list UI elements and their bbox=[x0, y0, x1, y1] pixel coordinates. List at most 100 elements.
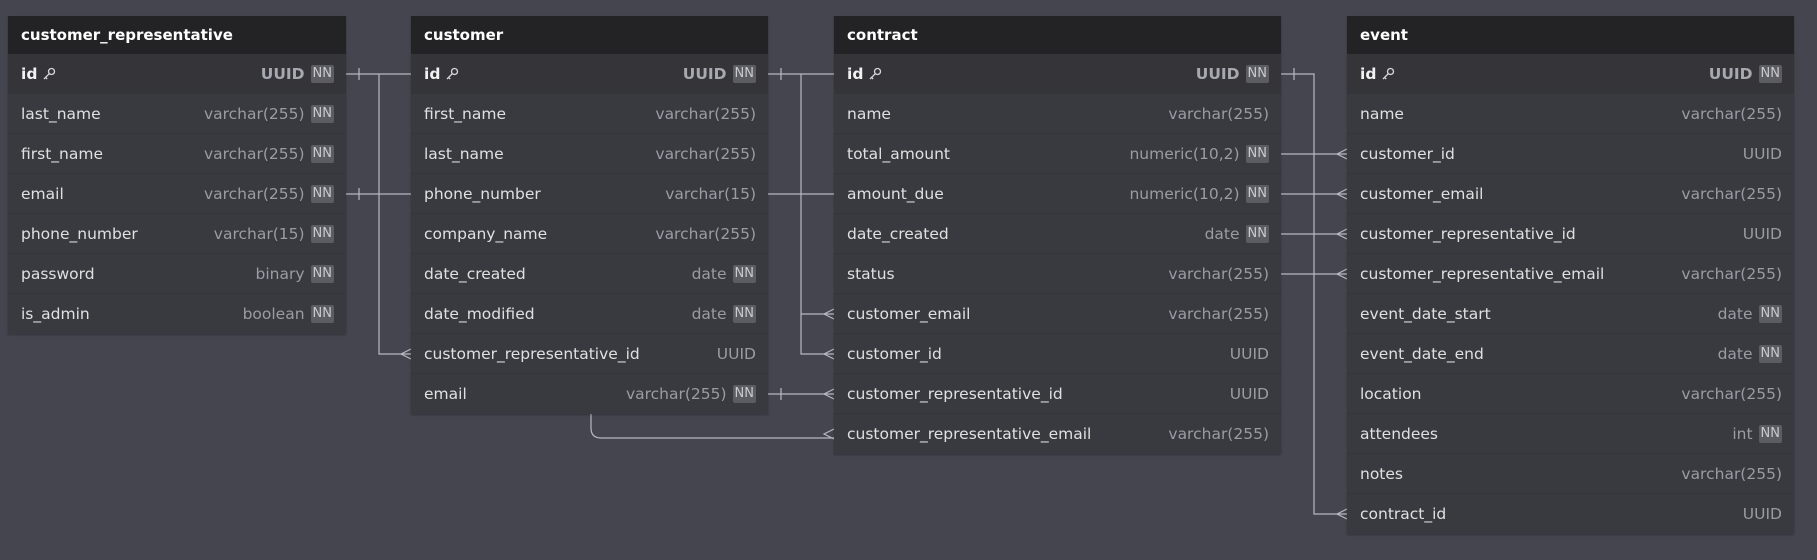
column-row[interactable]: customer_email varchar(255) bbox=[1347, 174, 1794, 214]
column-row[interactable]: customer_email varchar(255) bbox=[834, 294, 1281, 334]
column-name-text: phone_number bbox=[424, 184, 541, 203]
table-title[interactable]: customer_representative bbox=[8, 16, 346, 54]
column-type: varchar(255) bbox=[1681, 105, 1782, 123]
key-icon bbox=[869, 67, 882, 79]
column-name-text: customer_id bbox=[847, 344, 942, 363]
column-type: varchar(255) NN bbox=[203, 144, 334, 163]
column-row[interactable]: name varchar(255) bbox=[1347, 94, 1794, 134]
column-row[interactable]: id UUID NN bbox=[411, 54, 768, 94]
column-row[interactable]: id UUID NN bbox=[1347, 54, 1794, 94]
column-name: company_name bbox=[424, 225, 547, 243]
column-type-text: varchar(255) bbox=[203, 104, 305, 123]
table-contract[interactable]: contract id UUID NN name varchar(255) total_am… bbox=[834, 16, 1281, 454]
column-row[interactable]: company_name varchar(255) bbox=[411, 214, 768, 254]
not-null-badge: NN bbox=[732, 264, 756, 283]
column-name: customer_representative_id bbox=[1360, 225, 1576, 243]
column-row[interactable]: date_created date NN bbox=[411, 254, 768, 294]
column-row[interactable]: phone_number varchar(15) bbox=[411, 174, 768, 214]
column-name-text: amount_due bbox=[847, 184, 944, 203]
not-null-badge: NN bbox=[1758, 64, 1782, 83]
column-row[interactable]: phone_number varchar(15) NN bbox=[8, 214, 346, 254]
column-type-text: UUID bbox=[1229, 384, 1269, 403]
column-row[interactable]: contract_id UUID bbox=[1347, 494, 1794, 534]
column-type-text: UUID bbox=[1229, 344, 1269, 363]
column-name-text: location bbox=[1360, 384, 1422, 403]
column-row[interactable]: first_name varchar(255) bbox=[411, 94, 768, 134]
column-name: first_name bbox=[424, 105, 506, 123]
column-type-text: varchar(15) bbox=[665, 184, 756, 203]
column-row[interactable]: total_amount numeric(10,2) NN bbox=[834, 134, 1281, 174]
column-type: date NN bbox=[692, 304, 756, 323]
column-type: varchar(255) bbox=[655, 225, 756, 243]
column-type-text: UUID bbox=[1742, 224, 1782, 243]
table-title[interactable]: event bbox=[1347, 16, 1794, 54]
column-row[interactable]: date_modified date NN bbox=[411, 294, 768, 334]
column-type: varchar(255) bbox=[1168, 265, 1269, 283]
column-row[interactable]: customer_representative_id UUID bbox=[1347, 214, 1794, 254]
column-row[interactable]: amount_due numeric(10,2) NN bbox=[834, 174, 1281, 214]
column-name: customer_representative_id bbox=[847, 385, 1063, 403]
column-type: UUID NN bbox=[261, 64, 334, 83]
column-row[interactable]: last_name varchar(255) NN bbox=[8, 94, 346, 134]
column-row[interactable]: customer_id UUID bbox=[1347, 134, 1794, 174]
column-name-text: first_name bbox=[21, 144, 103, 163]
column-type: boolean NN bbox=[243, 305, 334, 323]
column-name: event_date_start bbox=[1360, 305, 1491, 323]
column-name: customer_email bbox=[847, 305, 971, 323]
column-name: customer_representative_id bbox=[424, 345, 640, 363]
column-row[interactable]: id UUID NN bbox=[834, 54, 1281, 94]
column-name: name bbox=[1360, 105, 1404, 123]
column-name: id bbox=[1360, 65, 1395, 83]
column-row[interactable]: customer_representative_id UUID bbox=[834, 374, 1281, 414]
column-row[interactable]: customer_id UUID bbox=[834, 334, 1281, 374]
column-row[interactable]: customer_representative_email varchar(255… bbox=[834, 414, 1281, 454]
not-null-badge: NN bbox=[1245, 184, 1269, 203]
not-null-badge: NN bbox=[310, 264, 334, 283]
column-row[interactable]: customer_representative_email varchar(255… bbox=[1347, 254, 1794, 294]
table-title[interactable]: customer bbox=[411, 16, 768, 54]
column-type: varchar(255) bbox=[1168, 305, 1269, 323]
column-type-text: varchar(255) bbox=[655, 144, 756, 163]
column-name: id bbox=[847, 65, 882, 83]
table-customer[interactable]: customer id UUID NN first_name varchar(255) la… bbox=[411, 16, 768, 414]
many-marker bbox=[1335, 228, 1348, 240]
column-row[interactable]: name varchar(255) bbox=[834, 94, 1281, 134]
column-row[interactable]: id UUID NN bbox=[8, 54, 346, 94]
column-name-text: date_modified bbox=[424, 304, 535, 323]
table-customer-representative[interactable]: customer_representative id UUID NN last_name… bbox=[8, 16, 346, 334]
column-name: date_created bbox=[424, 265, 526, 283]
column-row[interactable]: event_date_end date NN bbox=[1347, 334, 1794, 374]
column-type-text: UUID bbox=[1742, 505, 1782, 523]
table-event[interactable]: event id UUID NN name varchar(255) customer_id… bbox=[1347, 16, 1794, 534]
column-row[interactable]: status varchar(255) bbox=[834, 254, 1281, 294]
diagram-canvas: customer_representative id UUID NN last_name… bbox=[0, 0, 1817, 560]
column-type: UUID bbox=[1230, 345, 1269, 363]
column-type-text: varchar(255) bbox=[203, 144, 305, 163]
many-marker bbox=[1335, 508, 1348, 520]
column-row[interactable]: password binary NN bbox=[8, 254, 346, 294]
column-name-text: first_name bbox=[424, 104, 506, 123]
column-type: date NN bbox=[1718, 304, 1782, 323]
column-type-text: UUID bbox=[1742, 144, 1782, 163]
column-row[interactable]: attendees int NN bbox=[1347, 414, 1794, 454]
column-name-text: customer_representative_id bbox=[1360, 224, 1576, 243]
column-type: UUID bbox=[1230, 385, 1269, 403]
column-name-text: id bbox=[424, 64, 441, 83]
column-row[interactable]: is_admin boolean NN bbox=[8, 294, 346, 334]
column-row[interactable]: date_created date NN bbox=[834, 214, 1281, 254]
relationship-line bbox=[800, 74, 834, 355]
column-row[interactable]: email varchar(255) NN bbox=[8, 174, 346, 214]
column-name: date_modified bbox=[424, 305, 535, 323]
relationship-line bbox=[1281, 73, 1347, 515]
column-row[interactable]: first_name varchar(255) NN bbox=[8, 134, 346, 174]
column-row[interactable]: event_date_start date NN bbox=[1347, 294, 1794, 334]
table-title[interactable]: contract bbox=[834, 16, 1281, 54]
column-name: customer_representative_email bbox=[847, 425, 1091, 443]
column-type-text: varchar(255) bbox=[1168, 264, 1269, 283]
column-row[interactable]: notes varchar(255) bbox=[1347, 454, 1794, 494]
column-row[interactable]: customer_representative_id UUID bbox=[411, 334, 768, 374]
column-row[interactable]: last_name varchar(255) bbox=[411, 134, 768, 174]
column-row[interactable]: location varchar(255) bbox=[1347, 374, 1794, 414]
column-row[interactable]: email varchar(255) NN bbox=[411, 374, 768, 414]
column-name-text: customer_email bbox=[1360, 184, 1484, 203]
